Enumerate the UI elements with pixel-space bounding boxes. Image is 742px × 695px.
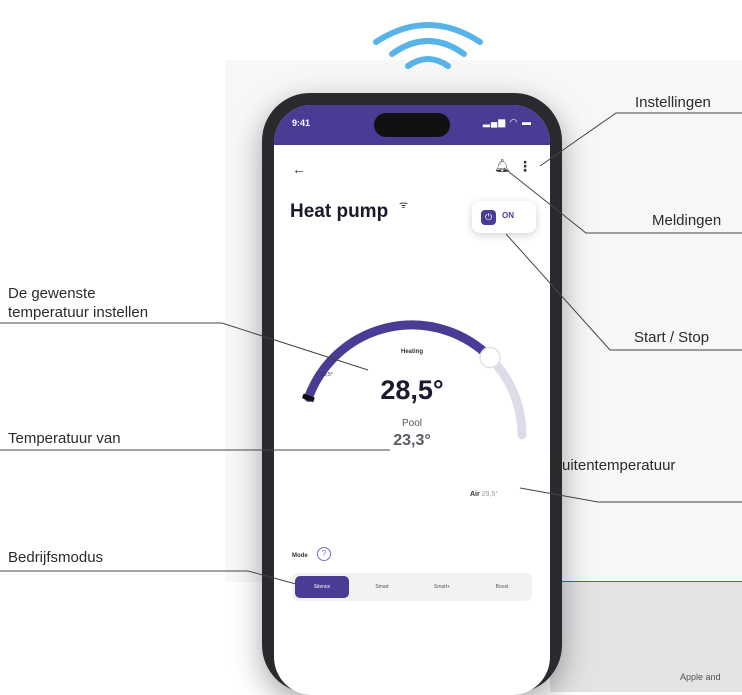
phone-frame: 9:41 ▂▄▆ ◠ ▬ ← 🔔︎ ⋮ Heat pump ᯤ ⏻ ON 20,… [262,93,562,695]
mode-option-smart[interactable]: Smart [355,576,409,598]
air-value: 29,5° [481,491,499,498]
heating-label: Heating [400,349,423,355]
callout-operating-mode: Bedrijfsmodus [8,549,104,566]
callout-outdoor-temp: Buitentemperatuur [552,457,676,474]
mode-option-smart-plus[interactable]: Smart+ [415,576,469,598]
mode-option-boost[interactable]: Boost [475,576,529,598]
app-screen: 9:41 ▂▄▆ ◠ ▬ ← 🔔︎ ⋮ Heat pump ᯤ ⏻ ON 20,… [274,105,550,695]
temperature-gauge[interactable] [274,105,550,525]
callout-settings: Instellingen [635,94,711,111]
mode-option-silence[interactable]: Silence [295,576,349,598]
callout-set-temp-line1: De gewenste [8,285,96,302]
callout-notifications: Meldingen [652,212,722,229]
setpoint-temperature: 28,5° [380,375,444,405]
legal-notice: Apple and [680,672,721,682]
water-label: Pool [401,418,422,429]
callout-set-temp-line2: temperatuur instellen [8,304,149,321]
mode-label: Mode [292,553,308,559]
callout-temp-of: Temperatuur van [8,430,121,447]
wifi-icon [373,22,483,69]
water-temperature: 23,3° [393,432,431,449]
callout-start-stop: Start / Stop [634,329,710,346]
air-label: Air [470,491,480,498]
mode-selector: Silence Smart Smart+ Boost [292,573,532,601]
air-temperature: Air 29,5° [470,491,498,498]
help-icon[interactable]: ? [317,547,331,561]
